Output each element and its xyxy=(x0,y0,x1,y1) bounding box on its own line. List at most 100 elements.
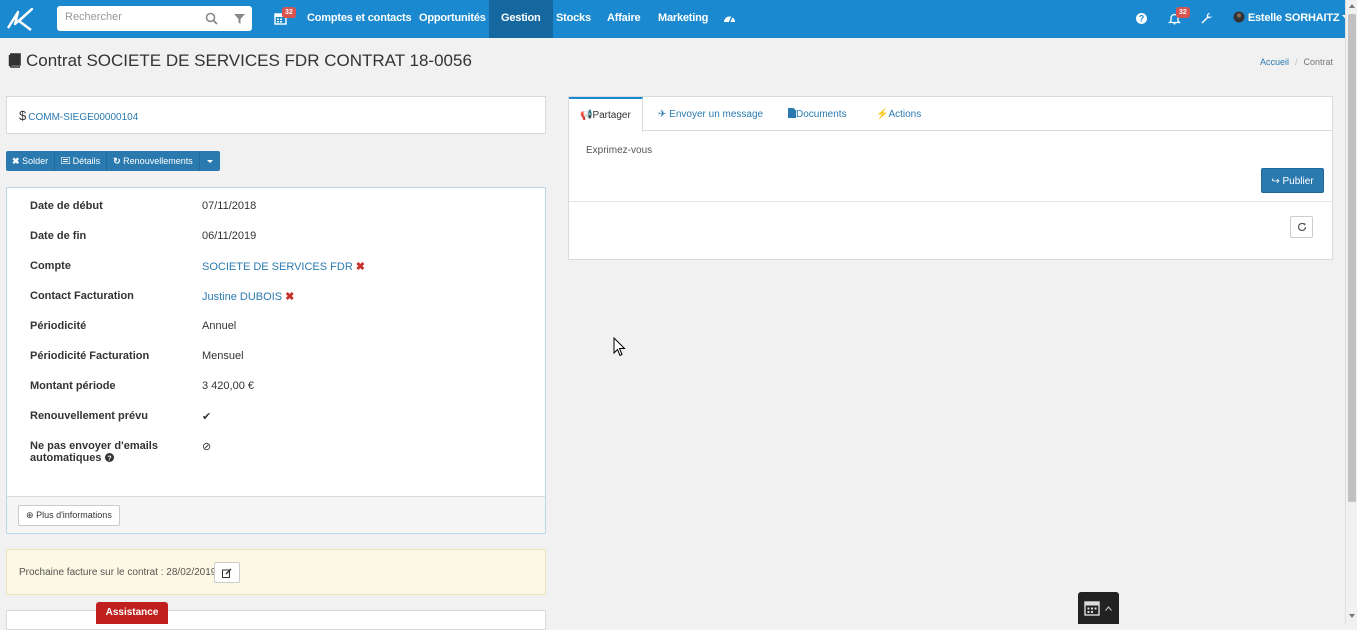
breadcrumb: Accueil / Contrat xyxy=(1260,57,1333,67)
search-icon[interactable] xyxy=(205,12,218,25)
calendar-icon xyxy=(1084,601,1100,616)
detail-value: Annuel xyxy=(202,320,237,332)
mouse-cursor-icon xyxy=(613,337,626,357)
divider xyxy=(569,201,1332,202)
paper-plane-icon: ✈ xyxy=(658,109,667,120)
nav-gestion[interactable]: Gestion xyxy=(489,0,553,38)
remove-contact-icon[interactable]: ✖ xyxy=(285,291,294,303)
share-icon: ↪ xyxy=(1271,176,1280,187)
tab-envoyer-message[interactable]: ✈ Envoyer un message xyxy=(658,97,763,131)
plus-circle-icon: ⊕ xyxy=(26,510,34,520)
edit-invoice-date-button[interactable] xyxy=(214,562,240,583)
notification-badge: 32 xyxy=(1176,7,1190,18)
contract-actions: ✖ Solder Détails ↻ Renouvellements xyxy=(6,151,220,171)
page-title-text: Contrat SOCIETE DE SERVICES FDR CONTRAT … xyxy=(26,51,472,70)
breadcrumb-accueil[interactable]: Accueil xyxy=(1260,57,1289,67)
refresh-icon: ↻ xyxy=(113,156,121,166)
contract-details-panel: Date de début 07/11/2018 Date de fin 06/… xyxy=(6,187,546,534)
detail-label: Date de début xyxy=(30,200,103,212)
refresh-icon xyxy=(1297,222,1307,232)
next-invoice-alert: Prochaine facture sur le contrat : 28/02… xyxy=(6,549,546,595)
wrench-icon[interactable] xyxy=(1200,12,1213,25)
details-label: Détails xyxy=(72,156,101,166)
renouvellements-button[interactable]: ↻ Renouvellements xyxy=(107,151,200,171)
help-icon[interactable]: ? xyxy=(1135,12,1148,25)
next-invoice-text: Prochaine facture sur le contrat : 28/02… xyxy=(19,567,217,578)
check-icon: ✔ xyxy=(202,411,212,423)
breadcrumb-separator: / xyxy=(1294,57,1298,67)
more-info-button[interactable]: ⊕ Plus d'informations xyxy=(18,505,120,526)
nav-stocks[interactable]: Stocks xyxy=(556,0,591,38)
avatar xyxy=(1233,11,1245,23)
dashboard-icon[interactable] xyxy=(723,12,736,25)
question-circle-icon[interactable]: ? xyxy=(104,453,114,463)
bolt-icon: ⚡ xyxy=(876,109,889,120)
publish-button[interactable]: ↪ Publier xyxy=(1261,168,1324,193)
detail-label: Périodicité Facturation xyxy=(30,350,150,362)
detail-label: Ne pas envoyer d'emails xyxy=(30,440,158,452)
user-name: Estelle SORHAITZ xyxy=(1247,12,1340,24)
nav-comptes-contacts[interactable]: Comptes et contacts xyxy=(307,0,412,38)
contact-link[interactable]: Justine DUBOIS xyxy=(202,291,282,303)
nav-affaire[interactable]: Affaire xyxy=(607,0,641,38)
calendar-widget[interactable] xyxy=(1078,592,1119,624)
detail-value: Mensuel xyxy=(202,350,244,362)
page-scrollbar[interactable] xyxy=(1345,0,1357,624)
nav-marketing[interactable]: Marketing xyxy=(658,0,708,38)
bullhorn-icon: 📢 xyxy=(580,110,593,121)
solder-button[interactable]: ✖ Solder xyxy=(6,151,56,171)
publish-label: Publier xyxy=(1282,176,1314,187)
search-box xyxy=(57,6,252,31)
actions-dropdown-button[interactable] xyxy=(199,151,220,171)
book-icon xyxy=(8,53,21,68)
detail-label: Contact Facturation xyxy=(30,290,134,302)
scroll-thumb[interactable] xyxy=(1348,14,1356,502)
detail-label: Compte xyxy=(30,260,71,272)
app-logo[interactable] xyxy=(6,6,36,32)
activity-tabs: 📢Partager ✈ Envoyer un message Documents… xyxy=(569,97,1332,132)
detail-value: 06/11/2019 xyxy=(202,230,257,242)
detail-value: 3 420,00 € xyxy=(202,380,254,392)
tab-label: Actions xyxy=(888,109,922,120)
tab-documents[interactable]: Documents xyxy=(788,97,847,131)
dollar-icon: $ xyxy=(19,108,27,123)
details-panel-footer: ⊕ Plus d'informations xyxy=(7,496,545,533)
page-title: Contrat SOCIETE DE SERVICES FDR CONTRAT … xyxy=(7,51,472,71)
reference-link[interactable]: COMM-SIEGE00000104 xyxy=(28,112,138,123)
top-navbar: 32 Comptes et contacts Opportunités Gest… xyxy=(0,0,1350,38)
tab-actions[interactable]: ⚡Actions xyxy=(876,97,921,131)
file-icon xyxy=(788,108,796,118)
compte-link[interactable]: SOCIETE DE SERVICES FDR xyxy=(202,261,353,273)
assistance-button[interactable]: Assistance xyxy=(96,602,168,624)
chevron-up-icon xyxy=(1105,606,1112,611)
renouvellements-label: Renouvellements xyxy=(123,156,193,166)
search-input[interactable] xyxy=(65,11,195,23)
calendar-badge: 32 xyxy=(282,7,296,18)
detail-label: Date de fin xyxy=(30,230,87,242)
next-panel xyxy=(6,610,546,630)
tab-label: Documents xyxy=(796,109,847,120)
reference-panel: $ COMM-SIEGE00000104 xyxy=(6,96,546,134)
svg-text:?: ? xyxy=(107,456,111,463)
detail-label: Périodicité xyxy=(30,320,87,332)
reference: $ COMM-SIEGE00000104 xyxy=(19,108,138,123)
scroll-up-arrow[interactable] xyxy=(1349,4,1355,8)
tab-label: Partager xyxy=(592,110,631,121)
detail-label-line2: automatiques xyxy=(30,452,102,464)
times-icon: ✖ xyxy=(12,156,20,166)
detail-value: 07/11/2018 xyxy=(202,200,257,212)
nav-opportunites[interactable]: Opportunités xyxy=(419,0,486,38)
tab-partager[interactable]: 📢Partager xyxy=(569,97,643,132)
more-info-label: Plus d'informations xyxy=(36,510,112,520)
detail-label: Montant période xyxy=(30,380,116,392)
details-button[interactable]: Détails xyxy=(55,151,108,171)
share-input[interactable]: Exprimez-vous xyxy=(586,145,652,156)
tab-label: Envoyer un message xyxy=(669,109,764,120)
scroll-down-arrow[interactable] xyxy=(1349,614,1355,618)
filter-icon[interactable] xyxy=(233,12,246,25)
user-menu[interactable]: Estelle SORHAITZ xyxy=(1233,0,1350,38)
remove-compte-icon[interactable]: ✖ xyxy=(356,261,365,273)
ban-icon: ⊘ xyxy=(202,441,212,453)
svg-text:?: ? xyxy=(1139,14,1145,24)
refresh-feed-button[interactable] xyxy=(1290,216,1313,238)
